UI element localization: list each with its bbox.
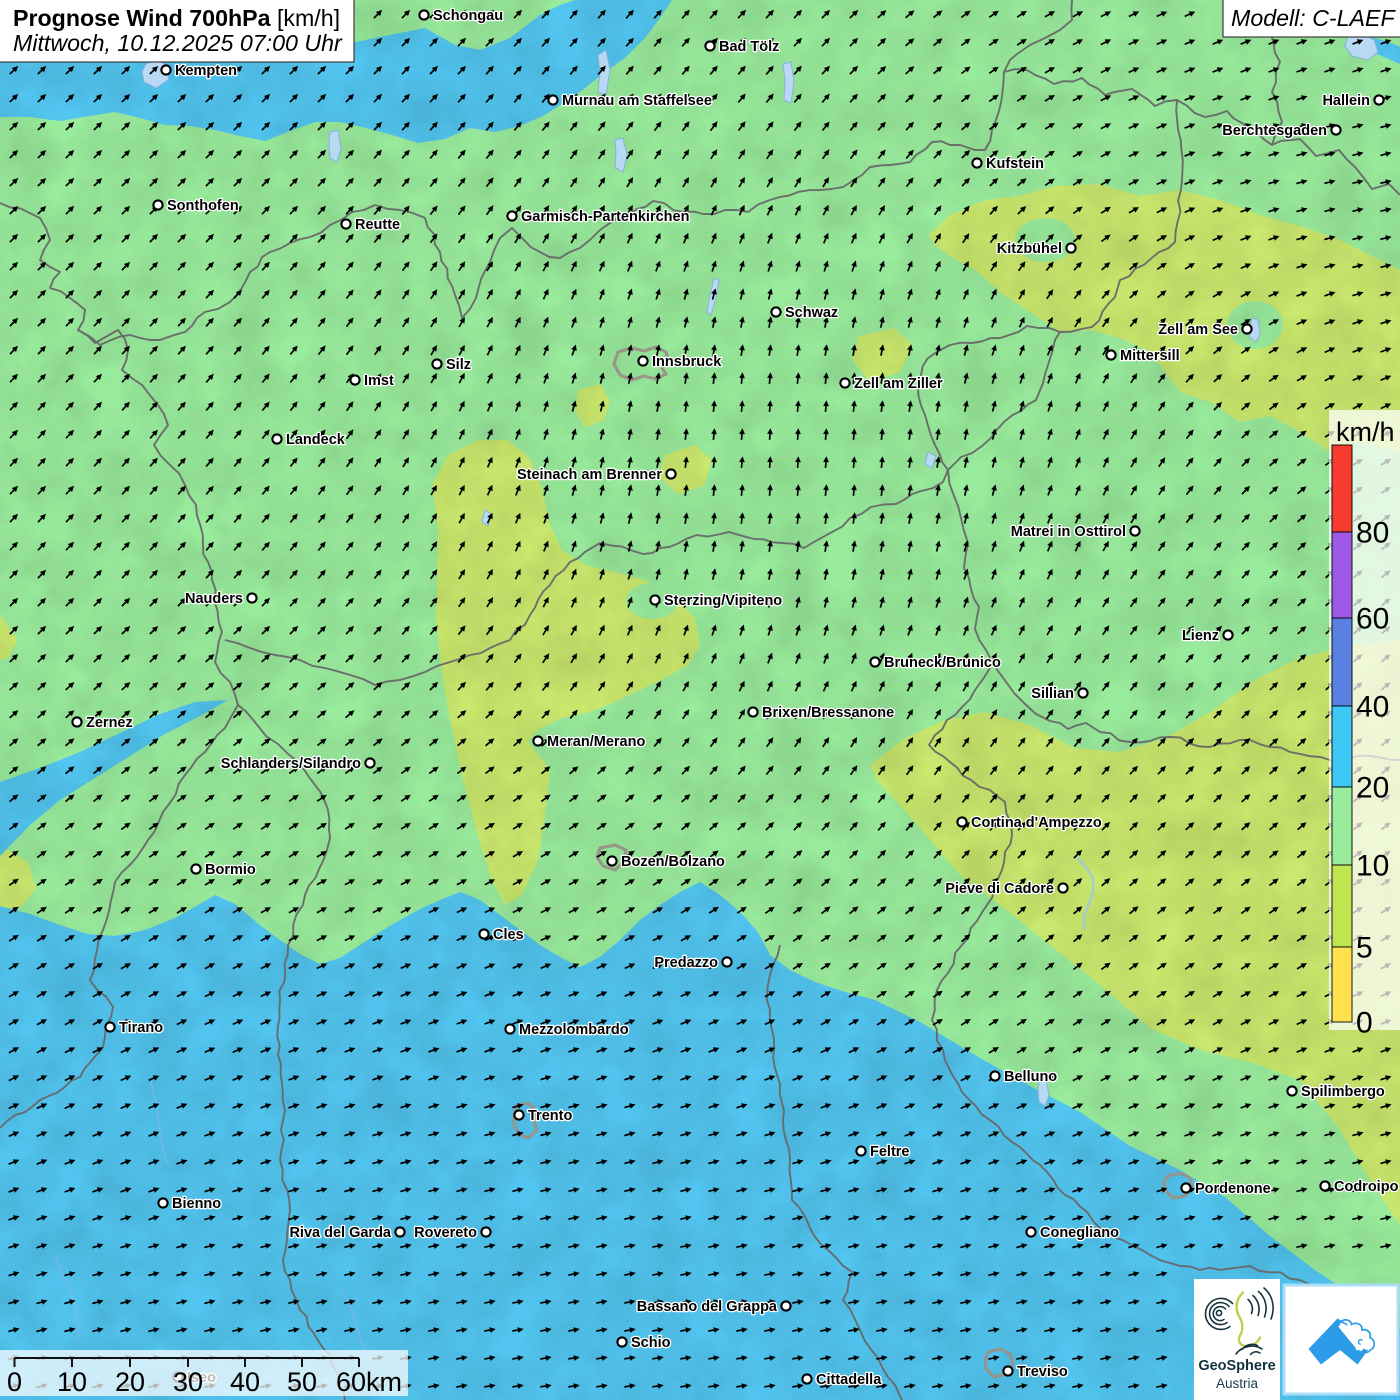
svg-text:Kempten: Kempten	[175, 63, 237, 79]
svg-text:Conegliano: Conegliano	[1040, 1225, 1119, 1241]
svg-text:20: 20	[115, 1367, 145, 1397]
svg-text:Rovereto: Rovereto	[414, 1225, 477, 1241]
svg-text:Prognose Wind 700hPa [km/h]: Prognose Wind 700hPa [km/h]	[13, 5, 340, 31]
svg-text:Bienno: Bienno	[172, 1196, 221, 1212]
svg-text:GeoSphere: GeoSphere	[1198, 1358, 1275, 1374]
svg-text:10: 10	[57, 1367, 87, 1397]
svg-text:Spilimbergo: Spilimbergo	[1301, 1084, 1385, 1100]
svg-text:Schwaz: Schwaz	[785, 305, 838, 321]
svg-text:Cittadella: Cittadella	[816, 1372, 882, 1388]
svg-text:Lienz: Lienz	[1182, 628, 1219, 644]
svg-text:Matrei in Osttirol: Matrei in Osttirol	[1011, 524, 1126, 540]
svg-text:Feltre: Feltre	[870, 1144, 910, 1160]
svg-text:Cortina d'Ampezzo: Cortina d'Ampezzo	[971, 815, 1102, 831]
svg-text:Belluno: Belluno	[1004, 1069, 1057, 1085]
svg-text:km/h: km/h	[1336, 417, 1395, 447]
svg-text:Mittwoch, 10.12.2025 07:00 Uhr: Mittwoch, 10.12.2025 07:00 Uhr	[13, 30, 343, 56]
svg-text:0: 0	[1356, 1007, 1373, 1040]
svg-text:60km: 60km	[336, 1367, 402, 1397]
svg-text:Nauders: Nauders	[185, 591, 243, 607]
svg-text:Imst: Imst	[364, 373, 394, 389]
svg-text:Bassano del Grappa: Bassano del Grappa	[637, 1299, 778, 1315]
svg-text:Garmisch-Partenkirchen: Garmisch-Partenkirchen	[521, 209, 689, 225]
svg-text:40: 40	[1356, 691, 1389, 724]
svg-text:Tirano: Tirano	[119, 1020, 163, 1036]
svg-text:Mittersill: Mittersill	[1120, 348, 1180, 364]
svg-text:50: 50	[287, 1367, 317, 1397]
svg-text:40: 40	[230, 1367, 260, 1397]
svg-text:Bad Tölz: Bad Tölz	[719, 39, 779, 55]
svg-text:Sterzing/Vipiteno: Sterzing/Vipiteno	[664, 593, 782, 609]
svg-text:Sillian: Sillian	[1031, 686, 1074, 702]
svg-text:0: 0	[7, 1367, 22, 1397]
svg-text:Pordenone: Pordenone	[1195, 1181, 1271, 1197]
svg-text:Berchtesgaden: Berchtesgaden	[1222, 123, 1327, 139]
svg-text:Treviso: Treviso	[1017, 1364, 1068, 1380]
svg-text:Kufstein: Kufstein	[986, 156, 1044, 172]
svg-text:Zell am Ziller: Zell am Ziller	[854, 376, 943, 392]
svg-text:Zernez: Zernez	[86, 715, 133, 731]
svg-text:10: 10	[1356, 850, 1389, 883]
svg-text:Zell am See: Zell am See	[1158, 322, 1238, 338]
svg-text:Innsbruck: Innsbruck	[652, 354, 722, 370]
svg-text:Mezzolombardo: Mezzolombardo	[519, 1022, 629, 1038]
svg-text:Predazzo: Predazzo	[654, 955, 718, 971]
svg-text:Pieve di Cadore: Pieve di Cadore	[945, 881, 1054, 897]
svg-text:20: 20	[1356, 772, 1389, 805]
svg-text:80: 80	[1356, 517, 1389, 550]
svg-text:Bozen/Bolzano: Bozen/Bolzano	[621, 854, 725, 870]
svg-text:5: 5	[1356, 932, 1373, 965]
svg-text:60: 60	[1356, 603, 1389, 636]
svg-text:Trento: Trento	[528, 1108, 572, 1124]
svg-text:Bormio: Bormio	[205, 862, 256, 878]
svg-text:Meran/Merano: Meran/Merano	[547, 734, 645, 750]
svg-text:Riva del Garda: Riva del Garda	[289, 1225, 391, 1241]
svg-text:Sonthofen: Sonthofen	[167, 198, 239, 214]
svg-text:Modell: C-LAEF: Modell: C-LAEF	[1231, 5, 1396, 31]
svg-text:Schongau: Schongau	[433, 8, 503, 24]
svg-text:Schlanders/Silandro: Schlanders/Silandro	[221, 756, 361, 772]
svg-text:Codroipo: Codroipo	[1334, 1179, 1399, 1195]
svg-text:Steinach am Brenner: Steinach am Brenner	[517, 467, 662, 483]
svg-text:Landeck: Landeck	[286, 432, 346, 448]
svg-text:Reutte: Reutte	[355, 217, 400, 233]
svg-text:Silz: Silz	[446, 357, 471, 373]
svg-text:Brixen/Bressanone: Brixen/Bressanone	[762, 705, 894, 721]
svg-text:30: 30	[173, 1367, 203, 1397]
svg-text:Austria: Austria	[1216, 1376, 1259, 1391]
svg-text:Hallein: Hallein	[1322, 93, 1370, 109]
svg-text:Schio: Schio	[631, 1335, 671, 1351]
svg-text:Bruneck/Brunico: Bruneck/Brunico	[884, 655, 1001, 671]
svg-text:Cles: Cles	[493, 927, 524, 943]
svg-text:Murnau am Staffelsee: Murnau am Staffelsee	[562, 93, 712, 109]
svg-text:Kitzbühel: Kitzbühel	[997, 241, 1062, 257]
